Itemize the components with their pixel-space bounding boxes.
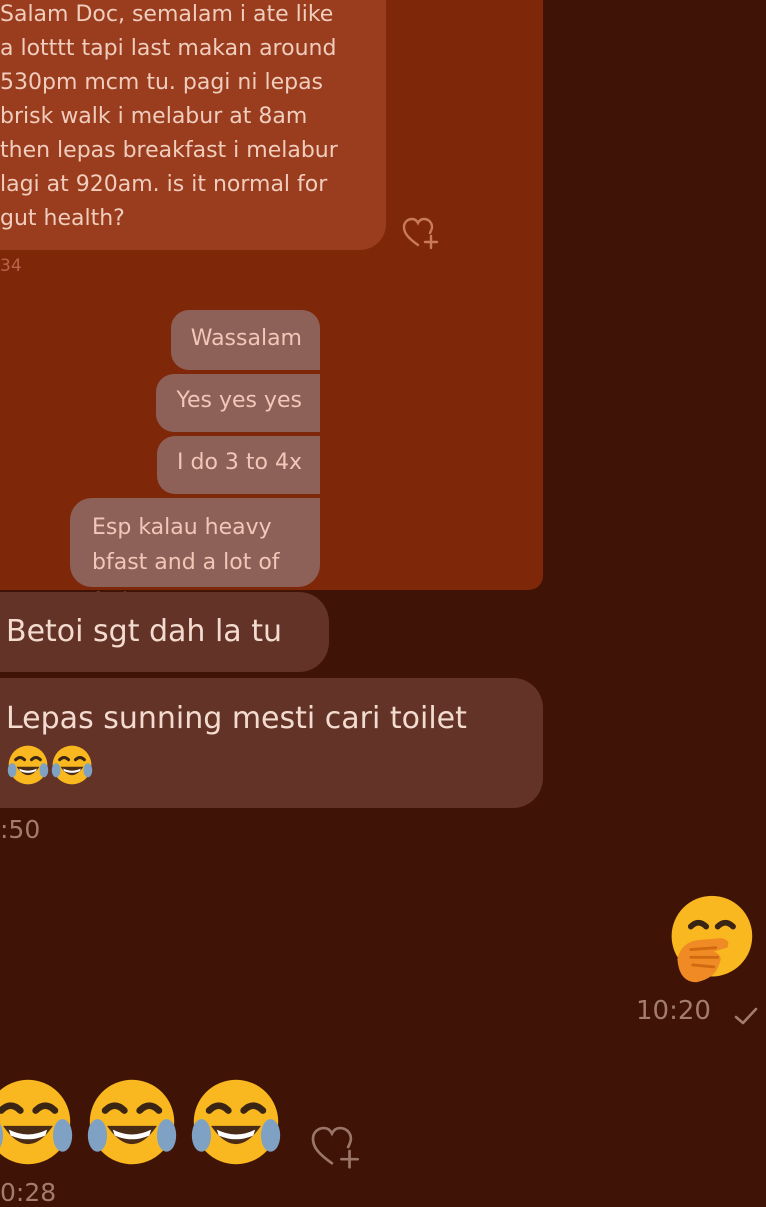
face-with-tears-of-joy-icon[interactable] — [0, 1074, 76, 1170]
sent-time: 10:20 — [636, 996, 711, 1026]
quoted-message-text: Salam Doc, semalam i ate like a lotttt t… — [0, 2, 338, 231]
incoming-message-1[interactable]: Betoi sgt dah la tu — [0, 592, 329, 672]
reply-text-2: Yes yes yes — [176, 388, 302, 413]
face-with-tears-of-joy-icon[interactable] — [84, 1074, 180, 1170]
reply-text-3: I do 3 to 4x — [177, 450, 302, 475]
reply-bubble-3[interactable]: I do 3 to 4x — [157, 436, 320, 494]
reply-bubble-4[interactable]: Esp kalau heavy bfast and a lot of sun — [70, 498, 320, 610]
heart-add-icon[interactable] — [402, 216, 440, 250]
incoming-text-2: Lepas sunning mesti cari toilet — [6, 701, 467, 736]
emoji-row — [6, 743, 543, 787]
message-time-left: :50 — [0, 815, 41, 844]
heart-add-icon[interactable] — [310, 1124, 362, 1170]
quoted-message-time: 34 — [0, 256, 22, 276]
reply-bubble-2[interactable]: Yes yes yes — [156, 374, 320, 432]
received-time: 0:28 — [0, 1178, 57, 1207]
face-with-tears-of-joy-icon[interactable] — [188, 1074, 284, 1170]
face-with-tears-of-joy-icon — [51, 745, 93, 785]
reply-bubble-1[interactable]: Wassalam — [170, 310, 320, 370]
check-icon — [734, 1007, 758, 1025]
incoming-message-2[interactable]: Lepas sunning mesti cari toilet — [0, 678, 543, 808]
reply-text-1: Wassalam — [190, 326, 302, 351]
quoted-message-panel: Salam Doc, semalam i ate like a lotttt t… — [0, 0, 543, 610]
quoted-message-bubble[interactable]: Salam Doc, semalam i ate like a lotttt t… — [0, 0, 386, 250]
face-with-tears-of-joy-icon — [7, 745, 49, 785]
incoming-text-1: Betoi sgt dah la tu — [6, 614, 283, 649]
face-with-hand-over-mouth-icon[interactable] — [662, 892, 758, 988]
